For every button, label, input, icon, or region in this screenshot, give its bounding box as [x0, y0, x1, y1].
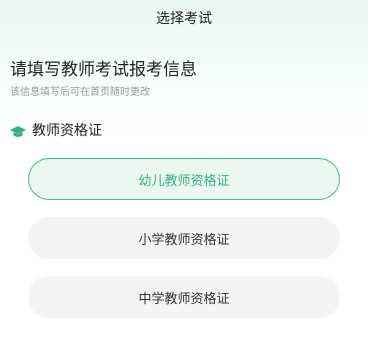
form-heading: 请填写教师考试报考信息 — [10, 60, 197, 80]
section-title: 教师资格证 — [32, 123, 102, 139]
option-label: 中学教师资格证 — [138, 291, 230, 307]
section-header: 教师资格证 — [10, 121, 102, 141]
option-label: 小学教师资格证 — [138, 232, 230, 248]
graduation-cap-icon — [10, 124, 26, 138]
option-primary-school-certificate[interactable]: 小学教师资格证 — [28, 217, 340, 259]
form-subheading: 该信息填写后可在首页随时更改 — [10, 87, 150, 98]
option-middle-school-certificate[interactable]: 中学教师资格证 — [28, 276, 340, 318]
page-title: 选择考试 — [156, 11, 212, 27]
option-label: 幼儿教师资格证 — [138, 173, 230, 189]
option-kindergarten-certificate[interactable]: 幼儿教师资格证 — [28, 158, 340, 200]
